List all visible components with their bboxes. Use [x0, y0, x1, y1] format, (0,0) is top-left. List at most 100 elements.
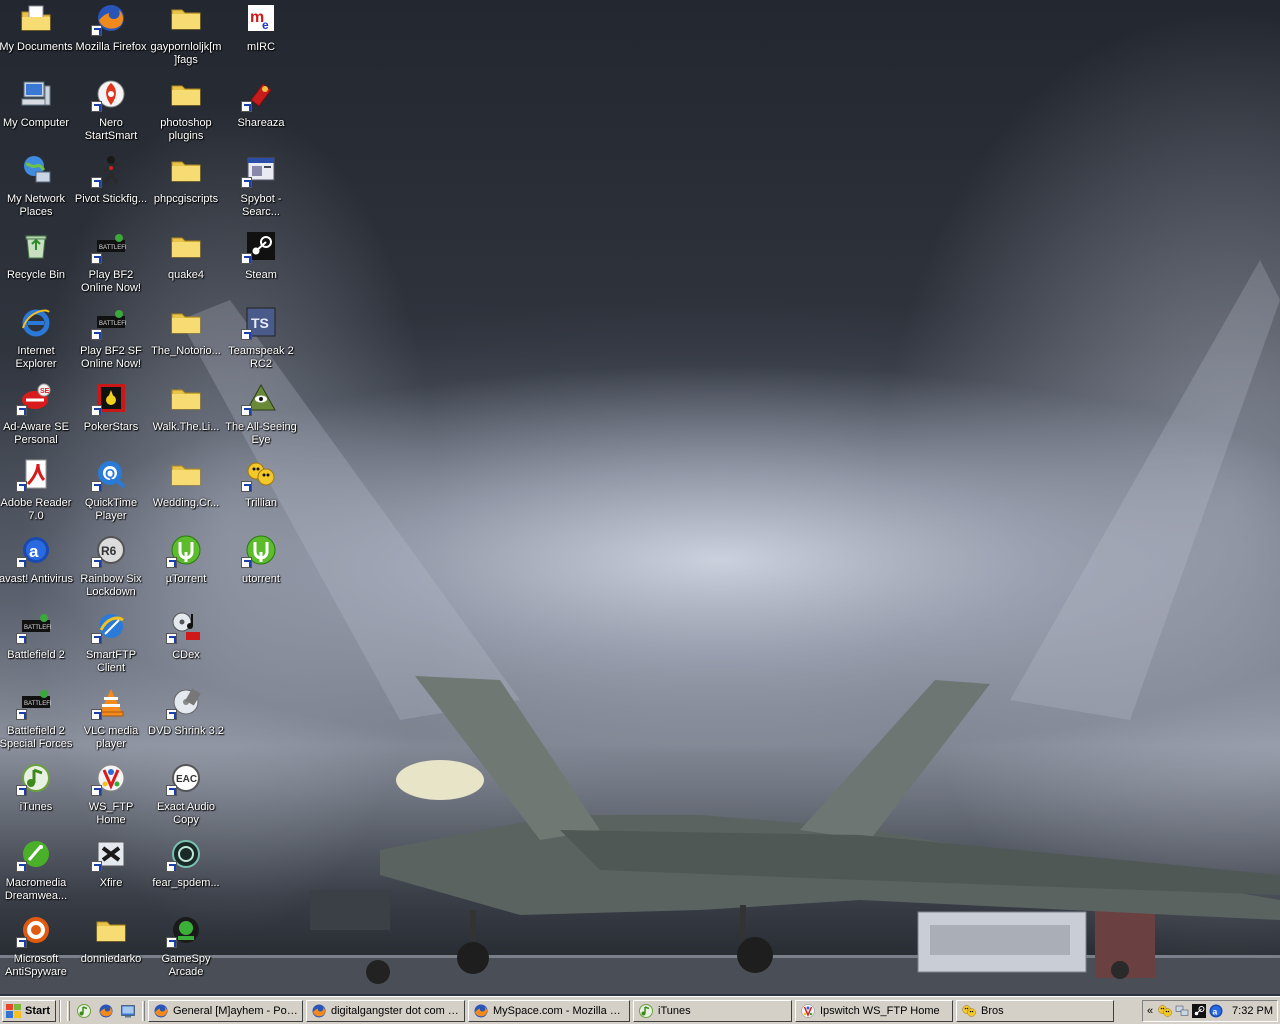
desktop-icon[interactable]: µTorrent [148, 532, 224, 606]
taskbar-window-button[interactable]: Ipswitch WS_FTP Home [795, 999, 953, 1022]
desktop-icon[interactable]: Spybot - Searc... [223, 152, 299, 226]
desktop-icon[interactable]: GameSpy Arcade [148, 912, 224, 986]
desktop-icon-label: fear_spdem... [152, 877, 220, 889]
desktop-icon[interactable]: EAC Exact Audio Copy [148, 760, 224, 834]
desktop-icon[interactable]: iTunes [0, 760, 74, 834]
svg-text:EAC: EAC [176, 774, 197, 785]
taskbar-window-button[interactable]: iTunes [633, 999, 792, 1022]
desktop-icon[interactable]: R6 Rainbow Six Lockdown [73, 532, 149, 606]
shortcut-arrow-icon [91, 405, 102, 416]
desktop-icon-label: Steam [245, 269, 277, 281]
folder-icon [170, 154, 202, 186]
shortcut-arrow-icon [166, 709, 177, 720]
clock[interactable]: 7:32 PM [1232, 1005, 1273, 1017]
desktop-icon[interactable]: Trillian [223, 456, 299, 530]
desktop-icon[interactable]: My Network Places [0, 152, 74, 226]
desktop-icon[interactable]: Xfire [73, 836, 149, 910]
desktop-icon[interactable]: a avast! Antivirus [0, 532, 74, 606]
taskbar-window-button[interactable]: General [M]ayhem - Post... [148, 999, 303, 1022]
desktop-icon[interactable]: Recycle Bin [0, 228, 74, 302]
desktop-icon[interactable]: VLC media player [73, 684, 149, 758]
shortcut-arrow-icon [91, 481, 102, 492]
shortcut-arrow-icon [241, 101, 252, 112]
taskbar-window-button[interactable]: digitalgangster dot com -... [306, 999, 465, 1022]
desktop-icon[interactable]: The_Notorio... [148, 304, 224, 378]
desktop-icon[interactable]: donniedarko [73, 912, 149, 986]
desktop-icon-label: Exact Audio Copy [156, 801, 216, 826]
desktop-icon[interactable]: My Documents [0, 0, 74, 74]
desktop-icon[interactable]: Nero StartSmart [73, 76, 149, 150]
trillian-icon [241, 458, 277, 492]
shortcut-arrow-icon [16, 937, 27, 948]
desktop-icon[interactable]: quake4 [148, 228, 224, 302]
desktop-icon-label: Teamspeak 2 RC2 [228, 345, 294, 370]
desktop-icon[interactable]: CDex [148, 608, 224, 682]
task-band-grip[interactable] [142, 1000, 145, 1021]
desktop-icon[interactable]: fear_spdem... [148, 836, 224, 910]
desktop-icon[interactable]: BATTLEFIELD Play BF2 SF Online Now! [73, 304, 149, 378]
steam-icon [241, 230, 277, 264]
desktop-icon[interactable]: Internet Explorer [0, 304, 74, 378]
fear-icon [166, 838, 202, 872]
taskbar-window-title: Ipswitch WS_FTP Home [820, 1004, 940, 1017]
tray-steam-icon[interactable] [1191, 1003, 1207, 1019]
desktop-icon-label: Trillian [245, 497, 277, 509]
desktop-icon[interactable]: PokerStars [73, 380, 149, 454]
desktop-icon[interactable]: Q QuickTime Player [73, 456, 149, 530]
desktop-icon[interactable]: photoshop plugins [148, 76, 224, 150]
folder-icon [95, 914, 127, 946]
desktop-icon-label: Ad-Aware SE Personal [3, 421, 69, 446]
tray-trillian-icon[interactable] [1157, 1003, 1173, 1019]
desktop-icon[interactable]: phpcgiscripts [148, 152, 224, 226]
taskbar-window-title: General [M]ayhem - Post... [173, 1004, 298, 1017]
ws-ftp-icon [800, 1003, 816, 1019]
taskbar-window-title: MySpace.com - Mozilla Fi... [493, 1004, 625, 1017]
taskbar-window-button[interactable]: Bros [956, 999, 1114, 1022]
desktop-icon[interactable]: m e mIRC [223, 0, 299, 74]
shortcut-arrow-icon [91, 861, 102, 872]
desktop-icon-label: utorrent [242, 573, 280, 585]
antispyware-icon [16, 914, 52, 948]
desktop-icon-label: gaypornloljk[m ]fags [150, 41, 222, 66]
desktop-icon[interactable]: Macromedia Dreamwea... [0, 836, 74, 910]
tray-avast-icon[interactable]: a [1208, 1003, 1224, 1019]
desktop-icon-label: Macromedia Dreamwea... [4, 877, 68, 902]
desktop-icon[interactable]: BATTLEFIELD Play BF2 Online Now! [73, 228, 149, 302]
desktop-icon[interactable]: Adobe Reader 7.0 [0, 456, 74, 530]
desktop-icon-label: mIRC [246, 41, 276, 53]
desktop-icon[interactable]: Shareaza [223, 76, 299, 150]
taskbar-window-button[interactable]: MySpace.com - Mozilla Fi... [468, 999, 630, 1022]
windows-logo-icon [6, 1003, 22, 1018]
desktop-icon[interactable]: WS_FTP Home [73, 760, 149, 834]
desktop-icon[interactable]: My Computer [0, 76, 74, 150]
desktop-icon[interactable]: SmartFTP Client [73, 608, 149, 682]
desktop-icon[interactable]: Pivot Stickfig... [73, 152, 149, 226]
shortcut-arrow-icon [91, 177, 102, 188]
desktop-icon[interactable]: Steam [223, 228, 299, 302]
desktop-icon[interactable]: Mozilla Firefox [73, 0, 149, 74]
desktop-icon[interactable]: The All-Seeing Eye [223, 380, 299, 454]
desktop-icon[interactable]: DVD Shrink 3.2 [148, 684, 224, 758]
desktop-icon[interactable]: Microsoft AntiSpyware [0, 912, 74, 986]
desktop-icon[interactable]: TS Teamspeak 2 RC2 [223, 304, 299, 378]
desktop-icon-label: Internet Explorer [15, 345, 57, 370]
desktop-icon-label: CDex [172, 649, 200, 661]
desktop-icon[interactable]: gaypornloljk[m ]fags [148, 0, 224, 74]
desktop-icon[interactable]: Walk.The.Li... [148, 380, 224, 454]
spybot-icon [241, 154, 277, 188]
adobe-reader-icon [16, 458, 52, 492]
desktop-icon[interactable]: BATTLEFIELD Battlefield 2 [0, 608, 74, 682]
tray-network-icon[interactable] [1174, 1003, 1190, 1019]
desktop-icon[interactable]: utorrent [223, 532, 299, 606]
shortcut-arrow-icon [16, 481, 27, 492]
desktop-icon[interactable]: Wedding.Cr... [148, 456, 224, 530]
desktop-icon[interactable]: SE Ad-Aware SE Personal [0, 380, 74, 454]
quick-launch-show-desktop-icon[interactable] [119, 1002, 137, 1020]
quick-launch-firefox-icon[interactable] [97, 1002, 115, 1020]
desktop-icon-label: Battlefield 2 Special Forces [0, 725, 73, 750]
quick-launch-grip[interactable] [67, 1000, 70, 1021]
desktop-icon[interactable]: BATTLEFIELD Battlefield 2 Special Forces [0, 684, 74, 758]
tray-expand-chevron[interactable]: « [1147, 1005, 1153, 1017]
start-button[interactable]: Start [2, 999, 56, 1022]
quick-launch-itunes-icon[interactable] [75, 1002, 93, 1020]
